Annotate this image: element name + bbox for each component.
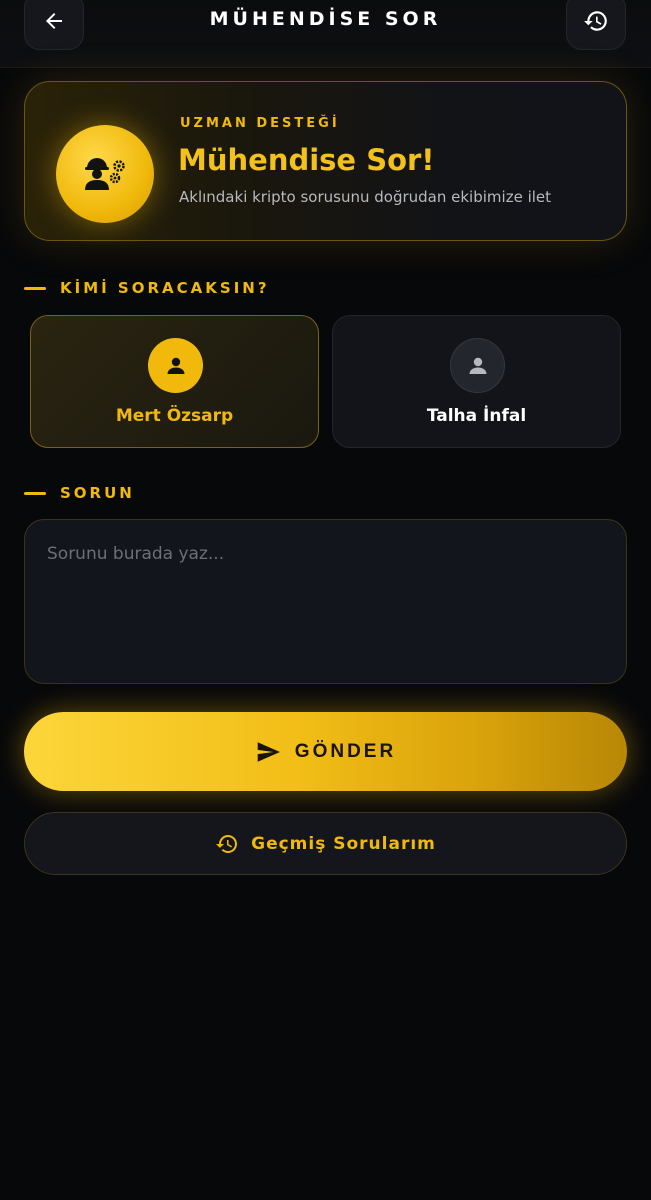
avatar: [148, 338, 203, 393]
recipient-name: Mert Özsarp: [115, 406, 234, 426]
hero-title: Mühendise Sor!: [178, 143, 435, 177]
history-icon: [584, 11, 607, 31]
avatar: [450, 338, 505, 393]
send-icon: [257, 741, 280, 762]
page-title: MÜHENDİSE SOR: [209, 8, 442, 30]
send-button[interactable]: GÖNDER: [24, 712, 627, 791]
section-dash: [24, 491, 46, 495]
question-label-text: SORUN: [60, 484, 135, 502]
person-icon: [167, 357, 184, 374]
hero-subtitle: Aklındaki kripto sorusunu doğrudan ekibi…: [179, 188, 552, 206]
question-input[interactable]: [24, 519, 627, 684]
engineer-avatar: [56, 125, 154, 223]
recipient-name: Talha İnfal: [426, 406, 527, 426]
top-bar: MÜHENDİSE SOR: [0, 0, 651, 68]
past-questions-button[interactable]: Geçmiş Sorularım: [24, 812, 627, 875]
person-icon: [469, 357, 486, 374]
past-questions-label: Geçmiş Sorularım: [251, 833, 436, 854]
app-screen: MÜHENDİSE SOR UZMAN DESTEĞİ Mühendise So…: [0, 0, 651, 1200]
recipient-label-text: KİMİ SORACAKSIN?: [60, 279, 270, 297]
recipient-option-talha[interactable]: Talha İnfal: [332, 315, 621, 448]
history-button[interactable]: [566, 0, 626, 50]
section-dash: [24, 286, 46, 290]
expert-support-card: UZMAN DESTEĞİ Mühendise Sor! Aklındaki k…: [24, 81, 627, 241]
send-button-label: GÖNDER: [294, 740, 397, 762]
history-icon: [216, 834, 238, 853]
recipient-section-label: KİMİ SORACAKSIN?: [24, 278, 270, 298]
hero-eyebrow: UZMAN DESTEĞİ: [180, 116, 340, 131]
question-section-label: SORUN: [24, 483, 135, 503]
engineer-gears-icon: [85, 158, 125, 190]
recipient-option-mert[interactable]: Mert Özsarp: [30, 315, 319, 448]
